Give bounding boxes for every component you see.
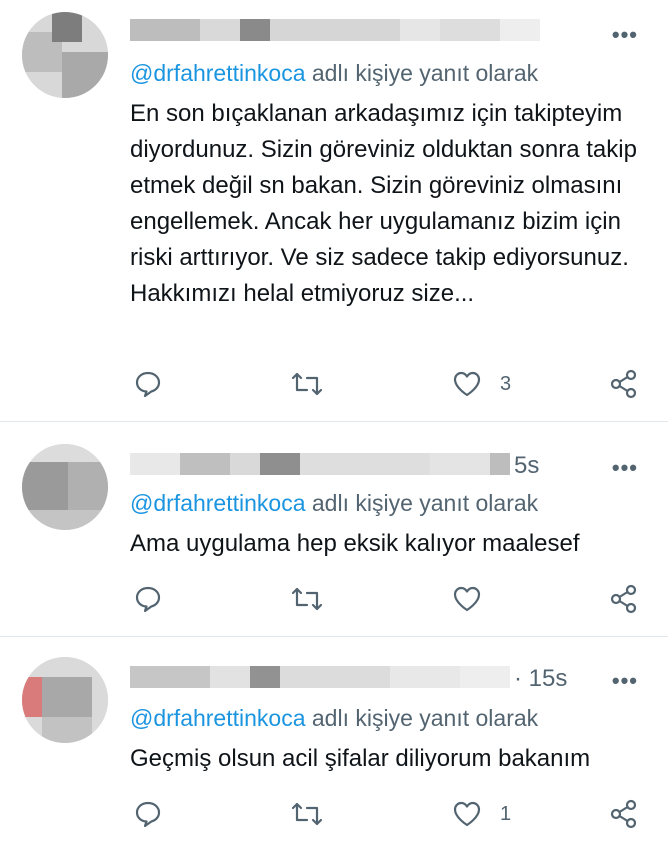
reply-icon xyxy=(135,586,161,613)
more-options-icon[interactable]: ••• xyxy=(612,455,638,481)
reply-suffix: adlı kişiye yanıt olarak xyxy=(305,490,539,516)
avatar[interactable] xyxy=(22,444,108,530)
tweet-text: Geçmiş olsun acil şifalar diliyorum baka… xyxy=(130,745,591,772)
share-icon xyxy=(610,369,637,399)
reply-icon xyxy=(135,801,161,828)
tweet-time[interactable]: 5s xyxy=(514,452,539,480)
like-count: 3 xyxy=(500,372,512,395)
heart-icon xyxy=(453,371,481,397)
avatar[interactable] xyxy=(22,12,108,98)
reply-context: @drfahrettinkoca adlı kişiye yanıt olara… xyxy=(130,705,538,732)
reply-icon xyxy=(135,371,161,398)
more-options-icon[interactable]: ••• xyxy=(612,668,638,694)
share-icon xyxy=(610,584,637,614)
retweet-icon xyxy=(291,587,323,611)
tweet-actions: 1 xyxy=(0,799,668,829)
tweet-actions: 3 xyxy=(0,369,668,399)
tweet-text: Ama uygulama hep eksik kalıyor maalesef xyxy=(130,530,580,557)
share-button[interactable] xyxy=(609,584,639,614)
heart-icon xyxy=(453,586,481,612)
heart-icon xyxy=(453,801,481,827)
mention-link[interactable]: @drfahrettinkoca xyxy=(130,490,306,516)
tweet-time[interactable]: · 15s xyxy=(514,665,567,693)
user-name-redacted[interactable] xyxy=(130,18,540,42)
like-count: 1 xyxy=(500,802,512,825)
reply-suffix: adlı kişiye yanıt olarak xyxy=(305,705,539,731)
tweet-text: En son bıçaklanan arkadaşımız için takip… xyxy=(130,100,637,307)
share-button[interactable] xyxy=(609,369,639,399)
share-icon xyxy=(610,799,637,829)
more-options-icon[interactable]: ••• xyxy=(612,22,638,48)
user-name-redacted[interactable] xyxy=(130,452,510,476)
reply-button[interactable] xyxy=(134,799,162,829)
retweet-icon xyxy=(291,802,323,826)
mention-link[interactable]: @drfahrettinkoca xyxy=(130,60,306,86)
retweet-icon xyxy=(291,372,323,396)
tweet-3[interactable]: · 15s ••• @drfahrettinkoca adlı kişiye y… xyxy=(0,637,668,843)
reply-suffix: adlı kişiye yanıt olarak xyxy=(305,60,539,86)
reply-button[interactable] xyxy=(134,584,162,614)
tweet-2[interactable]: 5s ••• @drfahrettinkoca adlı kişiye yanı… xyxy=(0,422,668,636)
like-button[interactable]: 1 xyxy=(452,799,511,829)
tweet-actions xyxy=(0,584,668,614)
retweet-button[interactable] xyxy=(290,584,324,614)
tweet-1[interactable]: ••• @drfahrettinkoca adlı kişiye yanıt o… xyxy=(0,0,668,421)
retweet-button[interactable] xyxy=(290,799,324,829)
reply-context: @drfahrettinkoca adlı kişiye yanıt olara… xyxy=(130,490,538,517)
user-name-redacted[interactable] xyxy=(130,665,510,689)
like-button[interactable] xyxy=(452,584,500,614)
reply-button[interactable] xyxy=(134,369,162,399)
like-button[interactable]: 3 xyxy=(452,369,511,399)
reply-context: @drfahrettinkoca adlı kişiye yanıt olara… xyxy=(130,60,538,87)
mention-link[interactable]: @drfahrettinkoca xyxy=(130,705,306,731)
share-button[interactable] xyxy=(609,799,639,829)
retweet-button[interactable] xyxy=(290,369,324,399)
avatar[interactable] xyxy=(22,657,108,743)
